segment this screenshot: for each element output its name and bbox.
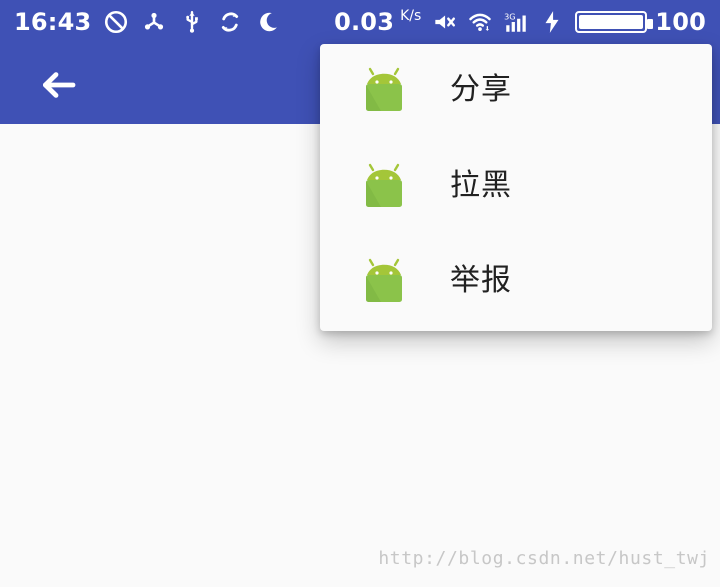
- arrow-left-icon: [33, 61, 81, 113]
- sync-icon: [217, 9, 243, 35]
- network-speed-unit: K/s: [400, 8, 422, 24]
- mute-icon: [431, 9, 457, 35]
- wifi-icon: [467, 9, 493, 35]
- menu-item-label-share: 分享: [450, 72, 512, 107]
- menu-item-share[interactable]: 分享: [320, 44, 712, 140]
- do-not-disturb-icon: [103, 9, 129, 35]
- status-bar: 16:43 0.03 K/s 3G 100: [0, 0, 720, 44]
- cellular-signal-icon: 3G: [503, 9, 529, 35]
- battery-level: 100: [655, 8, 706, 36]
- network-speed-value: 0.03: [334, 8, 395, 36]
- android-icon: [356, 158, 412, 214]
- watermark-url: http://blog.csdn.net/hust_twj: [378, 548, 710, 569]
- usb-icon: [179, 9, 205, 35]
- status-left-group: 16:43: [14, 7, 281, 37]
- battery-icon: [575, 11, 654, 33]
- charging-icon: [539, 9, 565, 35]
- signal-label: 3G: [504, 11, 515, 21]
- android-icon: [356, 253, 412, 309]
- moon-icon: [255, 9, 281, 35]
- back-button[interactable]: [30, 60, 84, 114]
- battery-indicator: 100: [575, 7, 706, 37]
- menu-item-label-report: 举报: [450, 263, 512, 298]
- network-speed: 0.03 K/s: [334, 7, 421, 37]
- menu-item-report[interactable]: 举报: [320, 235, 712, 331]
- overflow-menu: 分享 拉黑 举报: [320, 44, 712, 331]
- status-right-group: 0.03 K/s 3G 100: [334, 7, 706, 37]
- menu-item-label-block: 拉黑: [450, 168, 512, 203]
- share-node-icon: [141, 9, 167, 35]
- menu-item-block[interactable]: 拉黑: [320, 140, 712, 236]
- android-icon: [356, 62, 412, 118]
- battery-fill: [579, 15, 644, 29]
- status-time: 16:43: [14, 8, 92, 36]
